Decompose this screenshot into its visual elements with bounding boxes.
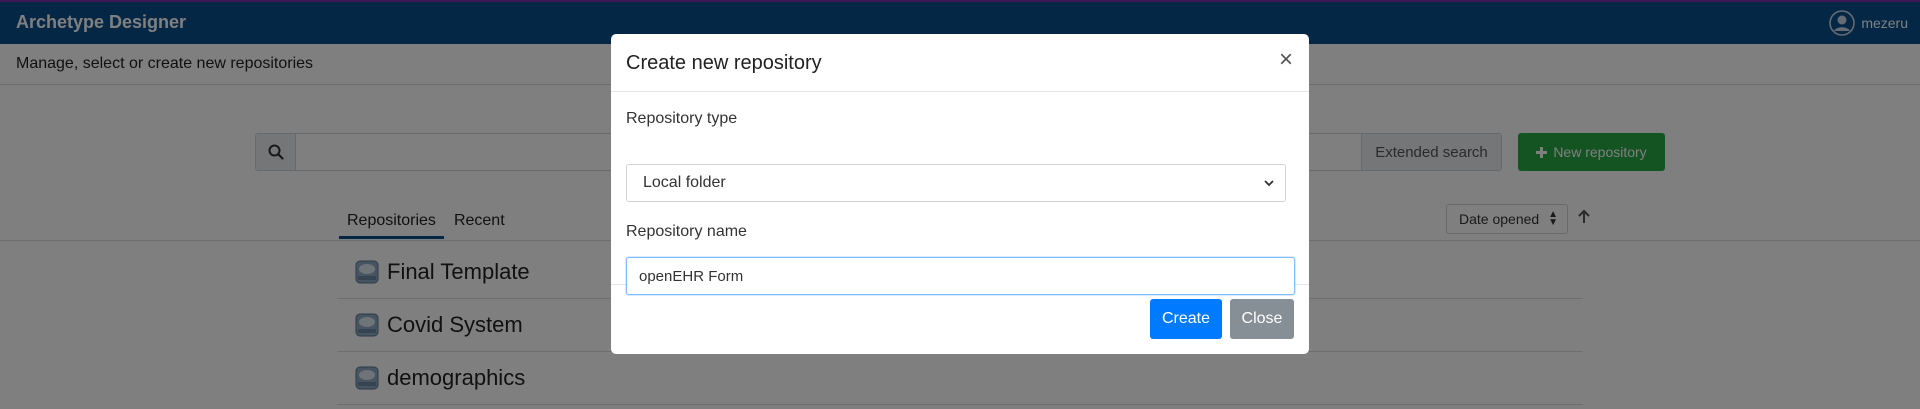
modal-header: Create new repository × [611,34,1309,92]
modal-title: Create new repository [626,52,822,74]
chevron-down-icon [1264,180,1274,187]
create-repository-modal: Create new repository × Repository type … [611,34,1309,354]
modal-body: Repository type Local folder Repository … [611,92,1309,295]
repository-name-label: Repository name [626,223,747,240]
create-button[interactable]: Create [1150,299,1222,339]
modal-footer: Create Close [611,285,1309,354]
repository-type-select[interactable]: Local folder [626,164,1286,202]
repository-type-label: Repository type [626,110,738,127]
close-button[interactable]: Close [1230,299,1294,339]
close-icon[interactable]: × [1279,48,1293,72]
repository-type-value: Local folder [643,174,726,191]
